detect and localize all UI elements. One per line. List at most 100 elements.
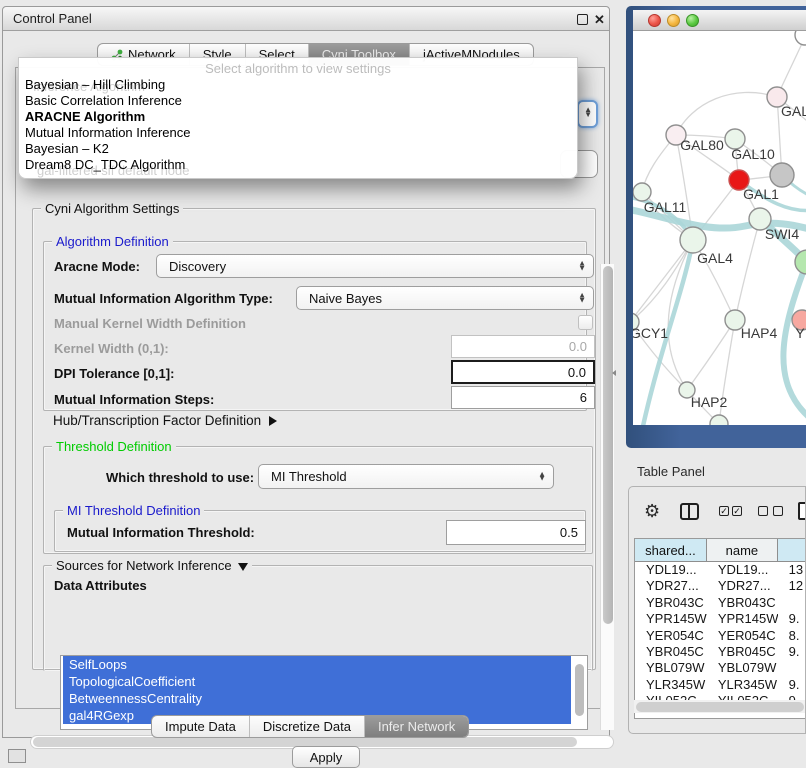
table-cell[interactable]: 8. — [778, 628, 806, 644]
aracne-mode-label: Aracne Mode: — [54, 259, 140, 274]
control-panel-titlebar[interactable]: Control Panel ✕ — [3, 7, 609, 31]
float-window-icon[interactable] — [577, 14, 588, 25]
node-label-hap4: HAP4 — [741, 325, 778, 341]
network-node[interactable] — [795, 31, 806, 45]
table-cell[interactable]: YDR27... — [707, 578, 778, 594]
algorithm-definition-group: Algorithm Definition Aracne Mode: Discov… — [43, 241, 587, 411]
panel-divider-grip[interactable] — [610, 368, 617, 378]
algorithm-option-mutual-information-inference[interactable]: Mutual Information Inference — [23, 125, 573, 141]
table-cell[interactable]: YBR043C — [635, 595, 707, 611]
table-horizontal-scrollbar[interactable] — [634, 700, 806, 713]
close-icon[interactable]: ✕ — [594, 12, 605, 28]
unchecked-checkbox-icon[interactable] — [758, 506, 768, 516]
columns-icon[interactable] — [680, 503, 699, 520]
table-cell[interactable]: YER054C — [707, 628, 778, 644]
settings-scrollbar-thumb[interactable] — [603, 266, 613, 624]
table-cell[interactable]: 12 — [778, 578, 806, 594]
table-cell[interactable]: YDR27... — [635, 578, 707, 594]
cyni-algorithm-settings-label: Cyni Algorithm Settings — [41, 201, 183, 216]
table-cell[interactable]: YER054C — [635, 628, 707, 644]
which-threshold-combobox[interactable]: MI Threshold ▲▼ — [258, 464, 554, 489]
algorithm-option-bayesian-k2[interactable]: Bayesian – K2 — [23, 141, 573, 157]
hub-definition-toggle[interactable]: Hub/Transcription Factor Definition — [53, 413, 277, 428]
algorithm-option-bayesian-hill-climbing[interactable]: Bayesian – Hill Climbing — [23, 77, 573, 93]
mi-type-value: Naive Bayes — [309, 291, 382, 306]
algorithm-option-basic-correlation-inference[interactable]: Basic Correlation Inference — [23, 93, 573, 109]
network-view-window[interactable]: GALGAL80GAL10GAL1GAL11SWI4GAL4GCY1HAP4YH… — [626, 6, 806, 448]
settings-vertical-scrollbar[interactable] — [600, 264, 614, 730]
network-selector-combobox-fragment[interactable]: ▲▼ — [577, 100, 598, 128]
table-cell[interactable]: YLR345W — [707, 677, 778, 693]
threshold-definition-group: Threshold Definition Which threshold to … — [43, 446, 593, 554]
tab-impute-data[interactable]: Impute Data — [152, 716, 250, 737]
algorithm-option-dream8-dc-tdc-algorithm[interactable]: Dream8 DC_TDC Algorithm — [23, 157, 573, 173]
table-row[interactable]: YBL079WYBL079W — [635, 660, 806, 676]
table-row[interactable]: YDL19...YDL19...13 — [635, 562, 806, 578]
table-cell[interactable]: YPR145W — [707, 611, 778, 627]
table-cell[interactable] — [778, 660, 806, 676]
tab-label: Infer Network — [378, 719, 455, 734]
column-header-shared[interactable]: shared... — [635, 539, 707, 561]
table-cell[interactable]: YBL079W — [707, 660, 778, 676]
unchecked-checkbox-icon[interactable] — [773, 506, 783, 516]
table-row[interactable]: YLR345WYLR345W9. — [635, 677, 806, 693]
table-cell[interactable]: YBR045C — [635, 644, 707, 660]
table-cell[interactable]: YDL19... — [707, 562, 778, 578]
network-edge — [735, 219, 760, 320]
popup-placeholder: Select algorithm to view settings — [19, 61, 577, 76]
table-row[interactable]: YPR145WYPR145W9. — [635, 611, 806, 627]
attribute-item-topologicalcoefficient[interactable]: TopologicalCoefficient — [63, 673, 571, 690]
table-cell[interactable]: YPR145W — [635, 611, 707, 627]
network-node[interactable] — [770, 163, 794, 187]
manual-kernel-checkbox[interactable] — [578, 315, 593, 330]
column-header-partial[interactable] — [778, 539, 806, 561]
kernel-width-field[interactable]: 0.0 — [451, 335, 595, 358]
table-cell[interactable] — [778, 595, 806, 611]
table-hscrollbar-thumb[interactable] — [636, 702, 804, 712]
table-cell[interactable]: 9. — [778, 611, 806, 627]
traffic-light-zoom-icon[interactable] — [686, 14, 699, 27]
table-cell[interactable]: YBR045C — [707, 644, 778, 660]
tab-discretize-data[interactable]: Discretize Data — [250, 716, 365, 737]
algorithm-option-aracne-algorithm[interactable]: ARACNE Algorithm — [23, 109, 573, 125]
mi-threshold-field[interactable]: 0.5 — [446, 520, 586, 545]
table-cell[interactable]: 9. — [778, 677, 806, 693]
dpi-tolerance-field[interactable]: 0.0 — [451, 360, 595, 384]
table-cell[interactable]: YBL079W — [635, 660, 707, 676]
mi-steps-field[interactable]: 6 — [451, 386, 595, 409]
attributes-scrollbar-thumb[interactable] — [575, 664, 584, 716]
network-canvas[interactable]: GALGAL80GAL10GAL1GAL11SWI4GAL4GCY1HAP4YH… — [633, 31, 806, 425]
column-header-name[interactable]: name — [707, 539, 778, 561]
collapse-arrow-icon — [238, 563, 248, 571]
table-row[interactable]: YDR27...YDR27...12 — [635, 578, 806, 594]
gear-icon[interactable]: ⚙ — [644, 501, 660, 522]
combo-arrows-icon: ▲▼ — [584, 108, 592, 117]
mi-type-combobox[interactable]: Naive Bayes ▲▼ — [296, 286, 594, 310]
table-header-row: shared...name — [635, 539, 806, 562]
traffic-light-close-icon[interactable] — [648, 14, 661, 27]
aracne-mode-combobox[interactable]: Discovery ▲▼ — [156, 254, 594, 278]
traffic-light-minimize-icon[interactable] — [667, 14, 680, 27]
network-node[interactable] — [710, 415, 728, 425]
document-icon[interactable] — [798, 502, 806, 520]
checked-checkbox-icon[interactable]: ✓ — [719, 506, 729, 516]
dock-panel-icon[interactable] — [8, 749, 26, 763]
tab-infer-network[interactable]: Infer Network — [365, 716, 468, 737]
attribute-item-selfloops[interactable]: SelfLoops — [63, 656, 571, 673]
checked-checkbox-icon[interactable]: ✓ — [732, 506, 742, 516]
table-cell[interactable]: 13 — [778, 562, 806, 578]
table-row[interactable]: YBR045CYBR045C9. — [635, 644, 806, 660]
table-cell[interactable]: 9. — [778, 644, 806, 660]
network-window-titlebar[interactable] — [633, 10, 806, 31]
table-row[interactable]: YER054CYER054C8. — [635, 628, 806, 644]
table-row[interactable]: YBR043CYBR043C — [635, 595, 806, 611]
attribute-item-betweennesscentrality[interactable]: BetweennessCentrality — [63, 690, 571, 707]
expand-arrow-icon — [269, 416, 277, 426]
node-table: shared...name YDL19...YDL19...13YDR27...… — [634, 538, 806, 719]
table-cell[interactable]: YBR043C — [707, 595, 778, 611]
apply-button[interactable]: Apply — [292, 746, 360, 768]
table-cell[interactable]: YLR345W — [635, 677, 707, 693]
threshold-definition-label: Threshold Definition — [52, 439, 176, 454]
table-cell[interactable]: YDL19... — [635, 562, 707, 578]
sources-label[interactable]: Sources for Network Inference — [52, 558, 252, 573]
